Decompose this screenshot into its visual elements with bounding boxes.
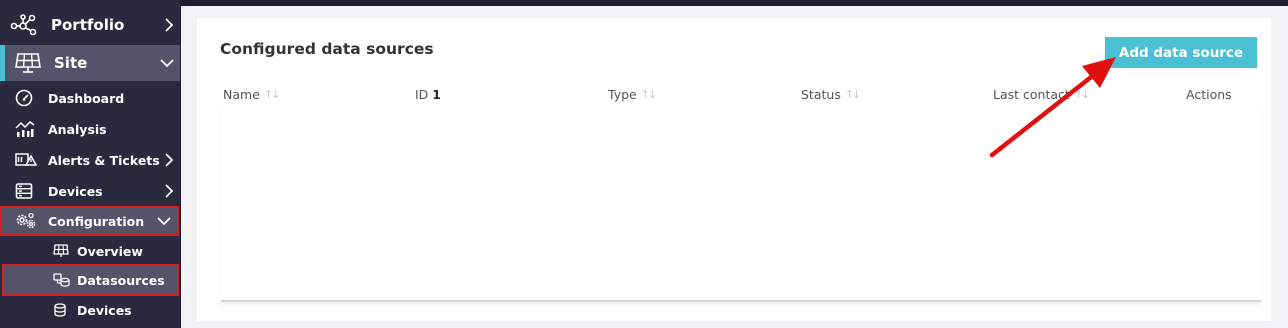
alert-icon (15, 152, 37, 168)
column-header-label: Type (608, 87, 637, 102)
sidebar-item-label: Alerts & Tickets (48, 152, 160, 168)
sort-arrows-icon: ↑↓ (640, 88, 658, 101)
chevron-right-icon (164, 184, 174, 198)
solar-panel-icon (15, 52, 41, 74)
gauge-icon (15, 89, 33, 107)
chevron-right-icon (164, 153, 174, 167)
datasources-table-body (221, 106, 1261, 302)
sidebar-item-label: Devices (77, 302, 132, 318)
chevron-down-icon (160, 58, 174, 68)
chevron-right-icon (164, 18, 174, 32)
column-header-last-contact[interactable]: Last contact ↑↓ (993, 87, 1091, 102)
sidebar-item-portfolio[interactable]: Portfolio (0, 8, 180, 42)
column-header-id[interactable]: ID 1 (415, 87, 441, 102)
sidebar-item-alerts-tickets[interactable]: Alerts & Tickets (0, 146, 180, 174)
sidebar-item-configuration[interactable]: Configuration (0, 206, 179, 236)
chevron-down-icon (157, 216, 171, 226)
column-header-actions: Actions (1186, 87, 1232, 102)
solar-panel-icon (53, 244, 69, 258)
sort-arrows-icon: ↑↓ (1073, 88, 1091, 101)
column-header-label: ID (415, 87, 429, 102)
sort-order-indicator: 1 (432, 87, 441, 102)
analysis-chart-icon (15, 120, 35, 138)
sort-arrows-icon: ↑↓ (263, 88, 281, 101)
database-icon (53, 303, 67, 317)
column-header-name[interactable]: Name ↑↓ (223, 87, 281, 102)
add-data-source-button[interactable]: Add data source (1105, 37, 1257, 68)
sidebar: Portfolio Site Dashboard Analysis Alerts… (0, 0, 180, 328)
sidebar-subitem-datasources[interactable]: Datasources (2, 264, 179, 296)
network-nodes-icon (10, 14, 38, 36)
sidebar-item-dashboard[interactable]: Dashboard (0, 84, 180, 112)
sidebar-item-label: Datasources (77, 272, 165, 288)
sidebar-subitem-devices[interactable]: Devices (0, 296, 180, 324)
column-header-status[interactable]: Status ↑↓ (801, 87, 862, 102)
sidebar-item-label: Analysis (48, 121, 107, 137)
page-title: Configured data sources (220, 40, 434, 58)
column-header-label: Last contact (993, 87, 1070, 102)
sidebar-subitem-overview[interactable]: Overview (0, 237, 180, 265)
sidebar-item-label: Portfolio (51, 16, 125, 34)
sidebar-item-devices[interactable]: Devices (0, 177, 180, 205)
sort-arrows-icon: ↑↓ (844, 88, 862, 101)
gears-icon (15, 212, 37, 230)
column-header-type[interactable]: Type ↑↓ (608, 87, 658, 102)
datasources-card: Configured data sources Add data source … (197, 18, 1271, 321)
column-header-label: Name (223, 87, 260, 102)
sidebar-item-site[interactable]: Site (0, 45, 180, 81)
server-icon (15, 183, 33, 199)
main-content: Configured data sources Add data source … (181, 6, 1288, 328)
column-header-label: Status (801, 87, 841, 102)
sidebar-item-analysis[interactable]: Analysis (0, 115, 180, 143)
column-header-label: Actions (1186, 87, 1232, 102)
sidebar-item-label: Devices (48, 183, 103, 199)
sidebar-item-label: Dashboard (48, 90, 125, 106)
sidebar-item-label: Site (54, 54, 88, 72)
sidebar-item-label: Overview (77, 243, 143, 259)
datasources-icon (53, 273, 71, 287)
sidebar-item-label: Configuration (48, 213, 145, 229)
